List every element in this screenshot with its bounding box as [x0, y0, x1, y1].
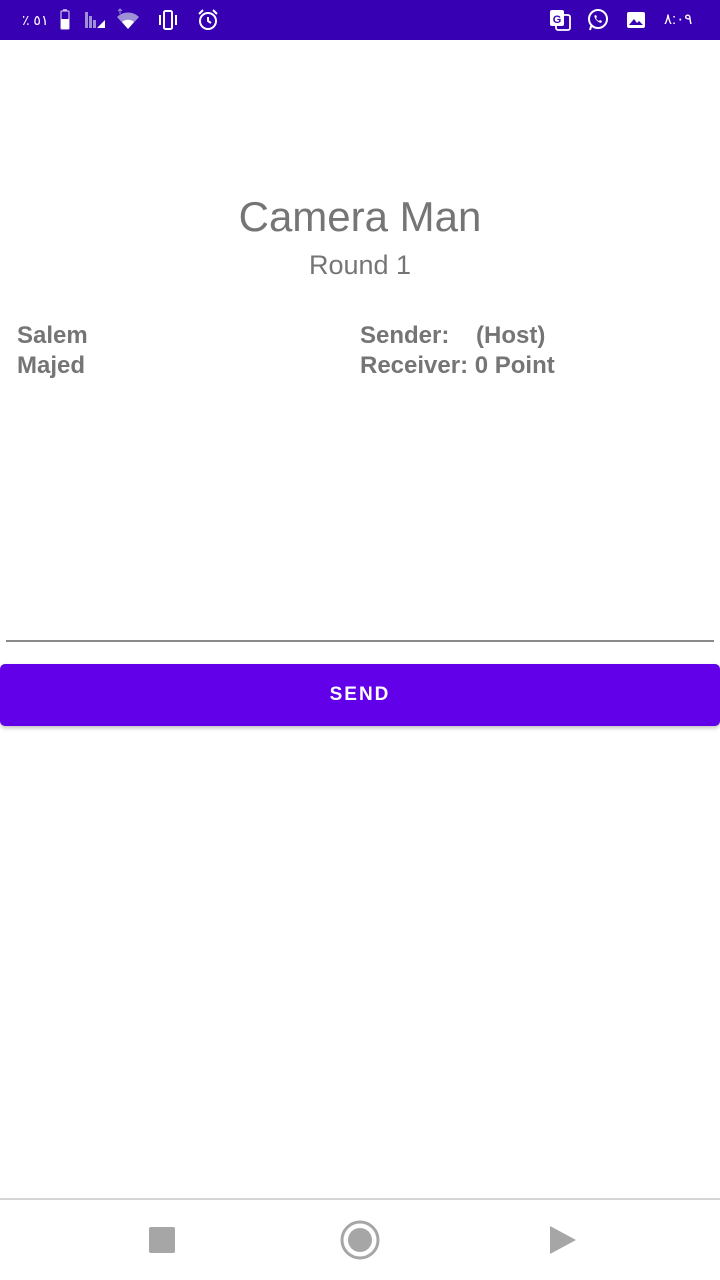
message-input[interactable]: [6, 590, 714, 642]
alarm-icon: [198, 9, 218, 30]
back-icon[interactable]: [540, 1218, 584, 1262]
whatsapp-icon: [588, 9, 608, 31]
home-icon[interactable]: [338, 1218, 382, 1262]
wifi-icon: [117, 8, 139, 29]
round-label: Round 1: [308, 250, 412, 280]
clock: ٨:٠٩: [664, 11, 693, 28]
receiver-label: Receiver: 0 Point: [360, 352, 555, 379]
player-name-2: Majed: [17, 352, 86, 379]
screen: ٪ ٥١ G ٨:٠٩ Camera Man Round 1 Salem Maj…: [0, 0, 720, 1280]
battery-percent: ٪ ٥١: [22, 12, 49, 28]
recents-icon[interactable]: [140, 1218, 184, 1262]
translate-icon: G: [550, 10, 571, 31]
send-button[interactable]: SEND: [0, 664, 720, 726]
battery-icon: [60, 9, 70, 30]
status-bar: ٪ ٥١ G ٨:٠٩: [0, 0, 720, 40]
svg-text:G: G: [553, 14, 562, 26]
gallery-icon: [627, 12, 645, 28]
signal-icon: [85, 12, 105, 28]
navigation-bar: [0, 1198, 720, 1280]
player-name-1: Salem: [17, 322, 88, 349]
sender-label: Sender: (Host): [360, 322, 546, 349]
game-title: Camera Man: [238, 193, 482, 240]
vibrate-icon: [159, 10, 177, 30]
